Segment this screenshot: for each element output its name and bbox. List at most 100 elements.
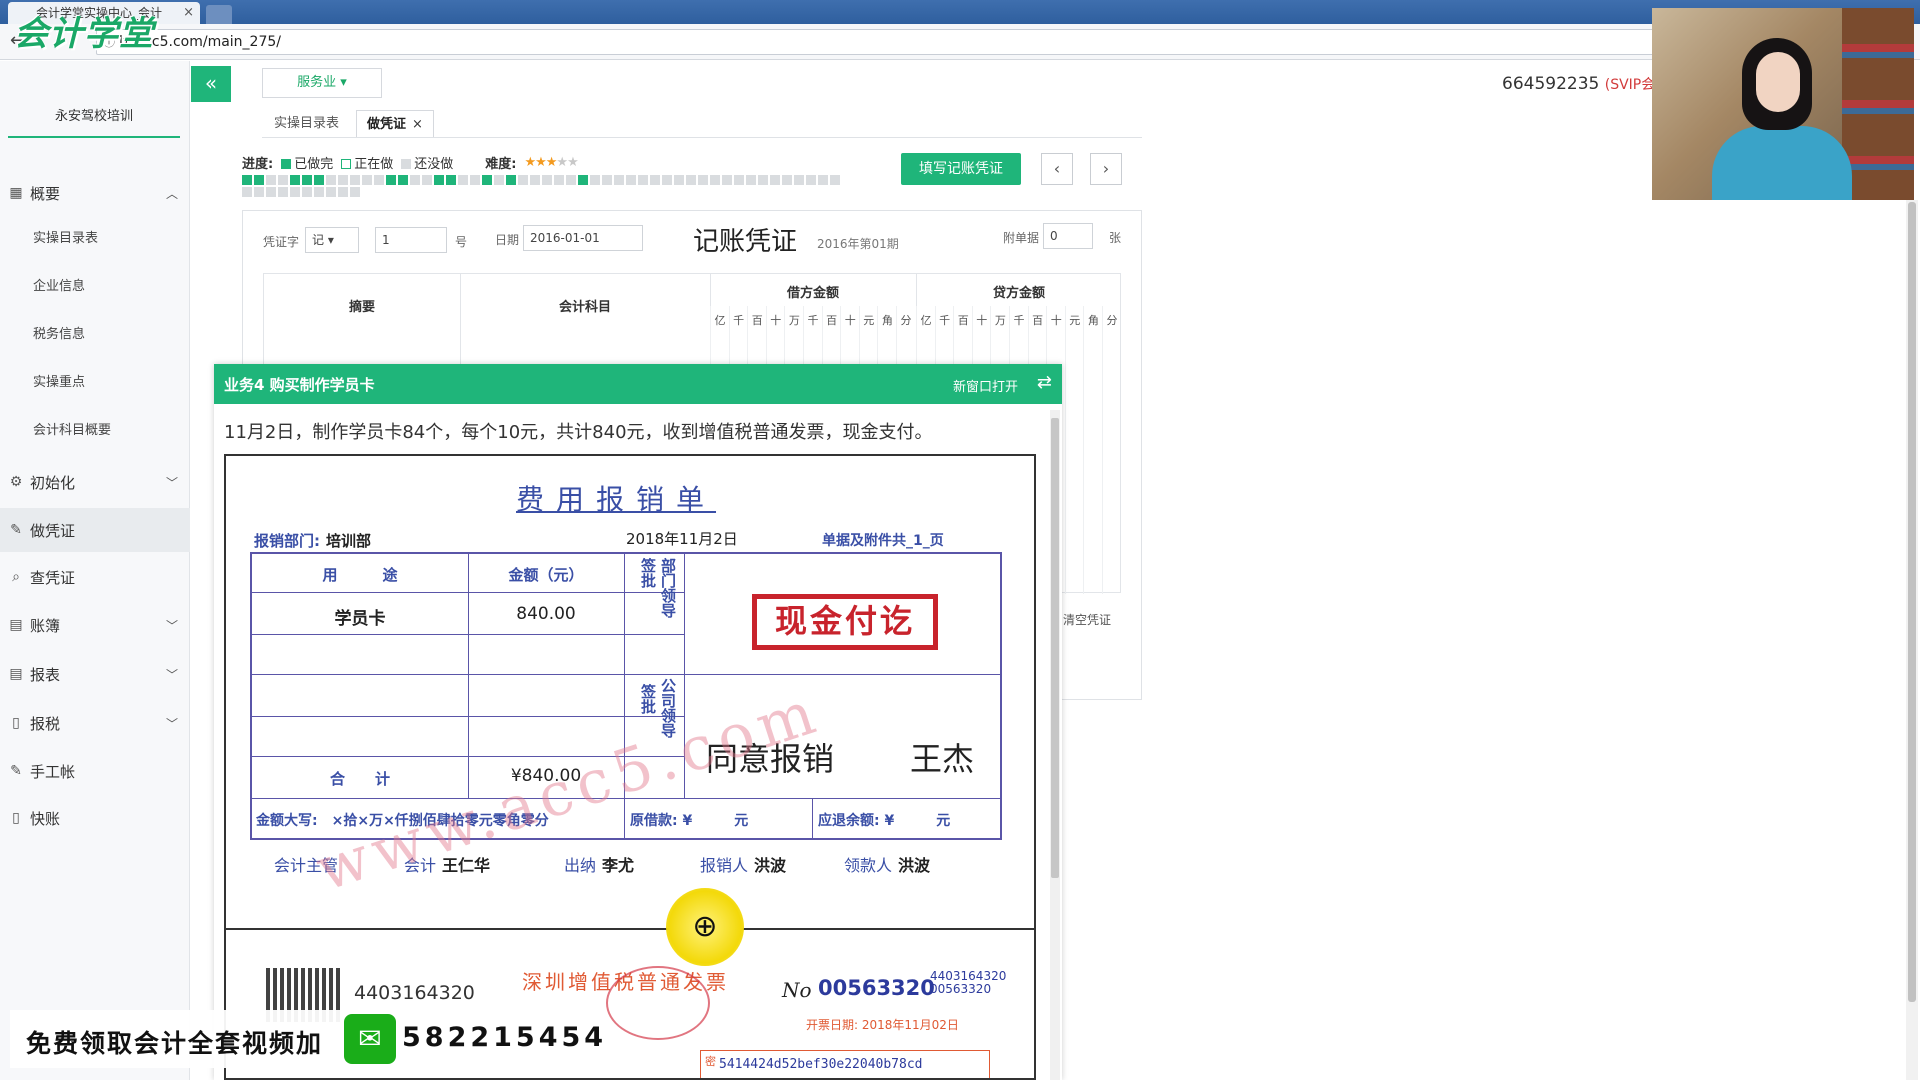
scroll-thumb[interactable]: [1908, 202, 1916, 1002]
tab-make-voucher[interactable]: 做凭证 ×: [356, 110, 434, 138]
progress-cell[interactable]: [770, 175, 780, 185]
progress-cell[interactable]: [734, 175, 744, 185]
progress-cell[interactable]: [782, 175, 792, 185]
sidebar-subitem-keypoints[interactable]: 实操重点: [0, 363, 190, 403]
progress-cell[interactable]: [254, 187, 264, 197]
voucher-word-select[interactable]: 记 ▾: [305, 227, 359, 253]
progress-cell[interactable]: [398, 175, 408, 185]
progress-cell[interactable]: [686, 175, 696, 185]
progress-cell[interactable]: [338, 175, 348, 185]
sidebar-item-init[interactable]: ⚙ 初始化 ﹀: [0, 460, 190, 504]
progress-cell[interactable]: [386, 175, 396, 185]
sidebar-item-report[interactable]: ▤ 报表 ﹀: [0, 652, 190, 696]
progress-cell[interactable]: [470, 175, 480, 185]
collapse-sidebar-button[interactable]: «: [191, 66, 231, 102]
close-icon[interactable]: ×: [412, 117, 423, 132]
progress-cell[interactable]: [326, 175, 336, 185]
zoom-in-icon[interactable]: ⊕: [666, 888, 744, 966]
progress-cell[interactable]: [590, 175, 600, 185]
scroll-thumb[interactable]: [1051, 418, 1059, 878]
progress-cell[interactable]: [422, 175, 432, 185]
progress-cell[interactable]: [518, 175, 528, 185]
progress-cell[interactable]: [626, 175, 636, 185]
progress-cell[interactable]: [830, 175, 840, 185]
progress-cell[interactable]: [458, 175, 468, 185]
progress-cell[interactable]: [434, 175, 444, 185]
voucher-number-input[interactable]: 1: [375, 227, 447, 253]
progress-cell[interactable]: [530, 175, 540, 185]
sidebar-item-overview[interactable]: ▦ 概要 ︿: [0, 171, 190, 215]
progress-cell[interactable]: [338, 187, 348, 197]
progress-cell[interactable]: [602, 175, 612, 185]
progress-cell[interactable]: [638, 175, 648, 185]
progress-cell[interactable]: [254, 175, 264, 185]
progress-cell[interactable]: [746, 175, 756, 185]
progress-cell[interactable]: [242, 187, 252, 197]
progress-cell[interactable]: [266, 187, 276, 197]
progress-cell[interactable]: [614, 175, 624, 185]
progress-cell[interactable]: [446, 175, 456, 185]
progress-cell[interactable]: [542, 175, 552, 185]
progress-cell[interactable]: [314, 187, 324, 197]
progress-cell[interactable]: [278, 175, 288, 185]
fill-voucher-button[interactable]: 填写记账凭证: [901, 153, 1021, 185]
footer-label: 领款人: [844, 856, 893, 875]
sidebar-item-query-voucher[interactable]: ⌕ 查凭证: [0, 555, 190, 599]
progress-cell[interactable]: [326, 187, 336, 197]
progress-cell[interactable]: [350, 175, 360, 185]
progress-cell[interactable]: [302, 187, 312, 197]
sidebar-subitem-accounts[interactable]: 会计科目概要: [0, 411, 190, 451]
progress-cell[interactable]: [314, 175, 324, 185]
sidebar-item-ledger[interactable]: ▤ 账簿 ﹀: [0, 603, 190, 647]
tab-catalog[interactable]: 实操目录表: [264, 110, 349, 138]
sidebar-subitem-company[interactable]: 企业信息: [0, 267, 190, 307]
next-button[interactable]: ›: [1090, 153, 1122, 185]
swap-icon[interactable]: ⇄: [1037, 372, 1052, 393]
progress-cell[interactable]: [290, 175, 300, 185]
url-input[interactable]: ⓘ lx.acc5.com/main_275/: [96, 29, 1656, 55]
progress-cell[interactable]: [266, 175, 276, 185]
page-scrollbar[interactable]: [1906, 200, 1918, 1080]
progress-cell[interactable]: [506, 175, 516, 185]
progress-cell[interactable]: [710, 175, 720, 185]
sidebar-subitem-tax[interactable]: 税务信息: [0, 315, 190, 355]
business-type-dropdown[interactable]: 服务业 ▾: [262, 68, 382, 98]
task-scrollbar[interactable]: [1050, 410, 1060, 1080]
new-tab-button[interactable]: [206, 5, 232, 24]
clear-voucher-link[interactable]: 清空凭证: [1063, 611, 1111, 628]
document-divider: [226, 928, 1034, 930]
sidebar-item-tax-filing[interactable]: ▯ 报税 ﹀: [0, 701, 190, 745]
progress-cell[interactable]: [806, 175, 816, 185]
progress-cell[interactable]: [566, 175, 576, 185]
progress-cell[interactable]: [302, 175, 312, 185]
progress-cell[interactable]: [374, 175, 384, 185]
progress-cell[interactable]: [662, 175, 672, 185]
progress-cell[interactable]: [410, 175, 420, 185]
voucher-date-input[interactable]: 2016-01-01: [523, 225, 643, 251]
progress-cell[interactable]: [482, 175, 492, 185]
progress-cell[interactable]: [758, 175, 768, 185]
prev-button[interactable]: ‹: [1041, 153, 1073, 185]
progress-cell[interactable]: [350, 187, 360, 197]
open-new-window-link[interactable]: 新窗口打开: [953, 376, 1018, 395]
progress-cell[interactable]: [818, 175, 828, 185]
sidebar-item-quick-ledger[interactable]: ▯ 快账: [0, 796, 190, 840]
attach-suffix: 张: [1109, 231, 1122, 245]
progress-cell[interactable]: [242, 175, 252, 185]
close-icon[interactable]: ×: [183, 2, 194, 24]
sidebar-item-manual-ledger[interactable]: ✎ 手工帐: [0, 749, 190, 793]
progress-cell[interactable]: [650, 175, 660, 185]
sidebar-subitem-catalog[interactable]: 实操目录表: [0, 219, 190, 259]
progress-cell[interactable]: [722, 175, 732, 185]
progress-cell[interactable]: [674, 175, 684, 185]
progress-cell[interactable]: [278, 187, 288, 197]
progress-cell[interactable]: [554, 175, 564, 185]
progress-cell[interactable]: [578, 175, 588, 185]
sidebar-item-make-voucher[interactable]: ✎ 做凭证: [0, 508, 190, 552]
progress-cell[interactable]: [494, 175, 504, 185]
attach-count-input[interactable]: 0: [1043, 223, 1093, 249]
progress-cell[interactable]: [362, 175, 372, 185]
progress-cell[interactable]: [290, 187, 300, 197]
progress-cell[interactable]: [698, 175, 708, 185]
progress-cell[interactable]: [794, 175, 804, 185]
